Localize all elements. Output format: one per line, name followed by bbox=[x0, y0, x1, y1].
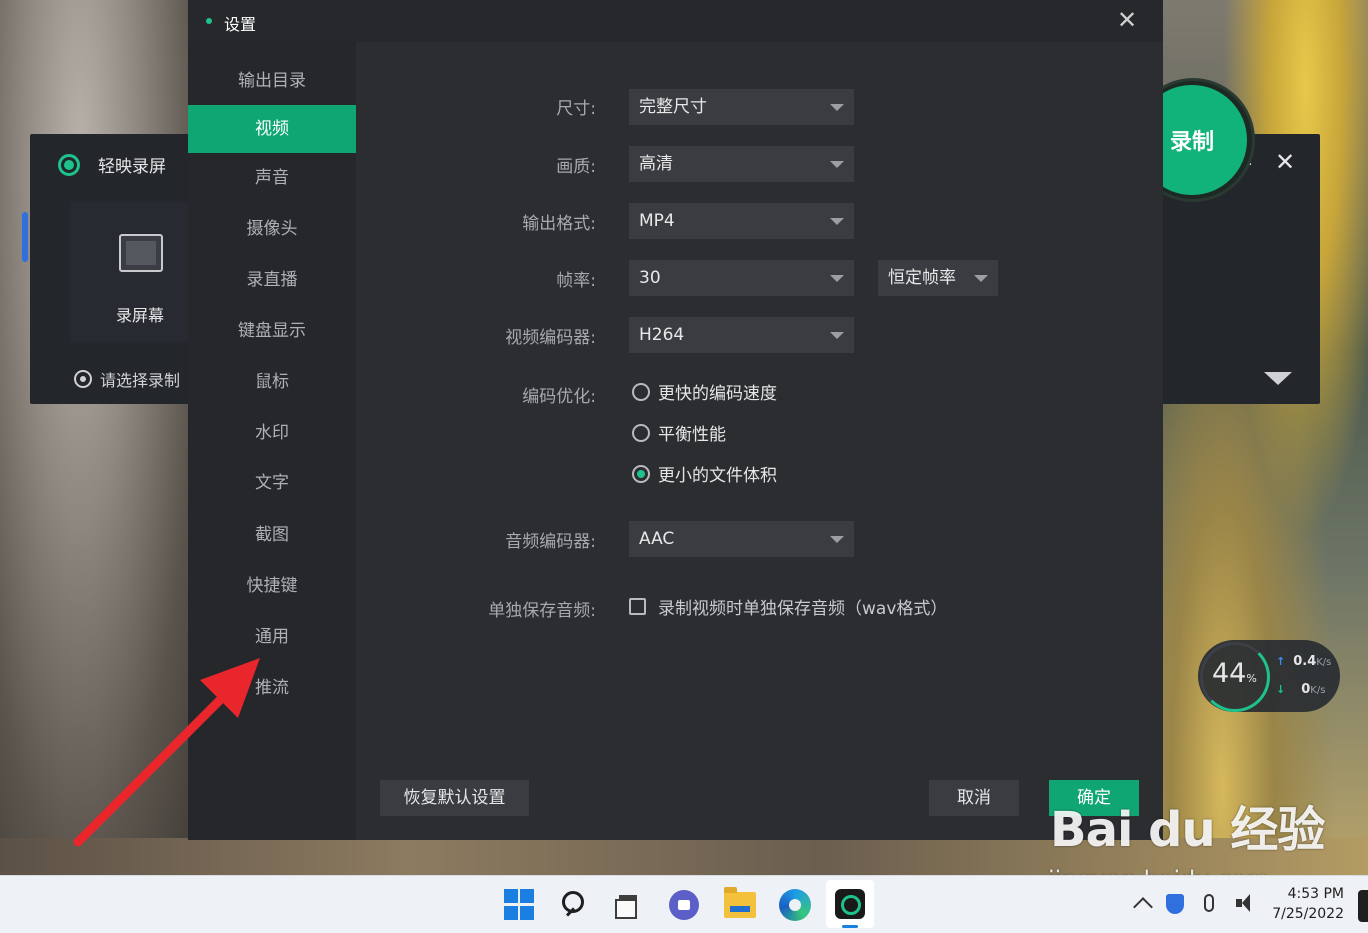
usage-percent: 44% bbox=[1212, 658, 1257, 689]
chevron-down-icon bbox=[830, 275, 844, 282]
select-area-label: 请选择录制 bbox=[100, 371, 181, 390]
speaker-icon[interactable] bbox=[1236, 894, 1256, 912]
quality-label: 画质: bbox=[556, 157, 596, 177]
baidu-jingyan-watermark: Bai du 经验 bbox=[1050, 802, 1325, 858]
cancel-button[interactable]: 取消 bbox=[929, 780, 1019, 816]
separate-audio-label: 单独保存音频: bbox=[488, 601, 596, 621]
monitor-icon bbox=[119, 234, 163, 272]
fps-mode-value: 恒定帧率 bbox=[888, 268, 956, 288]
chevron-down-icon bbox=[974, 275, 988, 282]
side-tab-indicator bbox=[22, 212, 28, 262]
dialog-title: 设置 bbox=[224, 15, 257, 34]
chat-icon[interactable] bbox=[669, 890, 699, 920]
download-speed: ↓ 0K/s bbox=[1276, 682, 1326, 697]
app-title: 轻映录屏 bbox=[98, 157, 166, 177]
radio-icon bbox=[632, 382, 650, 401]
app-logo-icon bbox=[58, 154, 80, 176]
reset-defaults-button[interactable]: 恢复默认设置 bbox=[380, 780, 529, 816]
taskbar-clock[interactable]: 4:53 PM 7/25/2022 bbox=[1272, 884, 1344, 924]
video-encoder-label: 视频编码器: bbox=[505, 328, 596, 348]
microphone-icon[interactable] bbox=[1204, 894, 1214, 912]
shield-icon[interactable] bbox=[1166, 894, 1184, 914]
radio-icon bbox=[632, 423, 650, 442]
edge-browser-icon[interactable] bbox=[779, 889, 811, 921]
clock-time: 4:53 PM bbox=[1287, 886, 1344, 902]
settings-dialog: 设置 ✕ 输出目录 视频 声音 摄像头 录直播 键盘显示 鼠标 水印 文字 截图… bbox=[188, 0, 1163, 840]
checkbox-label: 录制视频时单独保存音频（wav格式） bbox=[658, 599, 948, 619]
checkbox-icon bbox=[629, 598, 646, 615]
audio-encoder-value: AAC bbox=[639, 529, 675, 549]
arrow-down-icon: ↓ bbox=[1276, 683, 1286, 696]
fps-mode-select[interactable]: 恒定帧率 bbox=[878, 260, 998, 296]
chevron-down-icon bbox=[830, 161, 844, 168]
chevron-down-icon bbox=[830, 332, 844, 339]
radio-faster-encoding[interactable]: 更快的编码速度 bbox=[632, 379, 777, 404]
audio-encoder-select[interactable]: AAC bbox=[629, 521, 854, 557]
format-select[interactable]: MP4 bbox=[629, 203, 854, 239]
clock-date: 7/25/2022 bbox=[1272, 906, 1344, 922]
taskbar: 4:53 PM 7/25/2022 bbox=[0, 875, 1368, 933]
dialog-titlebar: 设置 ✕ bbox=[188, 0, 1163, 42]
chevron-down-icon bbox=[830, 536, 844, 543]
radio-label: 平衡性能 bbox=[658, 425, 726, 445]
fps-label: 帧率: bbox=[556, 271, 596, 291]
audio-encoder-label: 音频编码器: bbox=[505, 532, 596, 552]
recorder-taskbar-button[interactable] bbox=[826, 880, 874, 928]
sidebar-item-text[interactable]: 文字 bbox=[188, 459, 356, 507]
video-encoder-select[interactable]: H264 bbox=[629, 317, 854, 353]
format-label: 输出格式: bbox=[522, 214, 596, 234]
sidebar-item-watermark[interactable]: 水印 bbox=[188, 409, 356, 457]
annotation-arrow bbox=[73, 658, 260, 847]
dialog-close-icon[interactable]: ✕ bbox=[1115, 8, 1139, 32]
active-app-indicator bbox=[842, 925, 858, 928]
task-view-icon[interactable] bbox=[613, 889, 645, 921]
encode-opt-label: 编码优化: bbox=[522, 387, 596, 407]
fps-value: 30 bbox=[639, 268, 661, 288]
recorder-app-icon bbox=[835, 889, 865, 919]
radio-balanced[interactable]: 平衡性能 bbox=[632, 420, 726, 445]
close-icon[interactable]: ✕ bbox=[1273, 150, 1297, 174]
network-monitor-widget[interactable]: 44% ↑ 0.4K/s ↓ 0K/s bbox=[1198, 640, 1340, 712]
fps-select[interactable]: 30 bbox=[629, 260, 854, 296]
radio-checked-icon bbox=[632, 464, 650, 483]
windows-start-icon[interactable] bbox=[504, 889, 536, 921]
size-label: 尺寸: bbox=[556, 99, 596, 119]
title-dot-icon bbox=[206, 18, 212, 24]
select-area-button[interactable]: 请选择录制 bbox=[74, 367, 180, 391]
chevron-down-icon bbox=[830, 218, 844, 225]
upload-speed: ↑ 0.4K/s bbox=[1276, 654, 1332, 669]
chevron-up-icon[interactable] bbox=[1133, 897, 1153, 917]
target-icon bbox=[74, 370, 92, 388]
chevron-down-icon bbox=[830, 104, 844, 111]
chevron-down-icon[interactable] bbox=[1264, 372, 1292, 385]
quality-select[interactable]: 高清 bbox=[629, 146, 854, 182]
arrow-up-icon: ↑ bbox=[1276, 655, 1286, 668]
format-value: MP4 bbox=[639, 211, 675, 231]
search-icon[interactable] bbox=[562, 891, 584, 913]
radio-label: 更小的文件体积 bbox=[658, 466, 777, 486]
video-encoder-value: H264 bbox=[639, 325, 685, 345]
notification-edge[interactable] bbox=[1358, 890, 1368, 922]
quality-value: 高清 bbox=[639, 154, 673, 174]
file-explorer-icon[interactable] bbox=[724, 887, 756, 918]
radio-label: 更快的编码速度 bbox=[658, 384, 777, 404]
separate-audio-checkbox[interactable]: 录制视频时单独保存音频（wav格式） bbox=[629, 594, 947, 619]
radio-smaller-file[interactable]: 更小的文件体积 bbox=[632, 461, 777, 486]
size-value: 完整尺寸 bbox=[639, 97, 707, 117]
size-select[interactable]: 完整尺寸 bbox=[629, 89, 854, 125]
